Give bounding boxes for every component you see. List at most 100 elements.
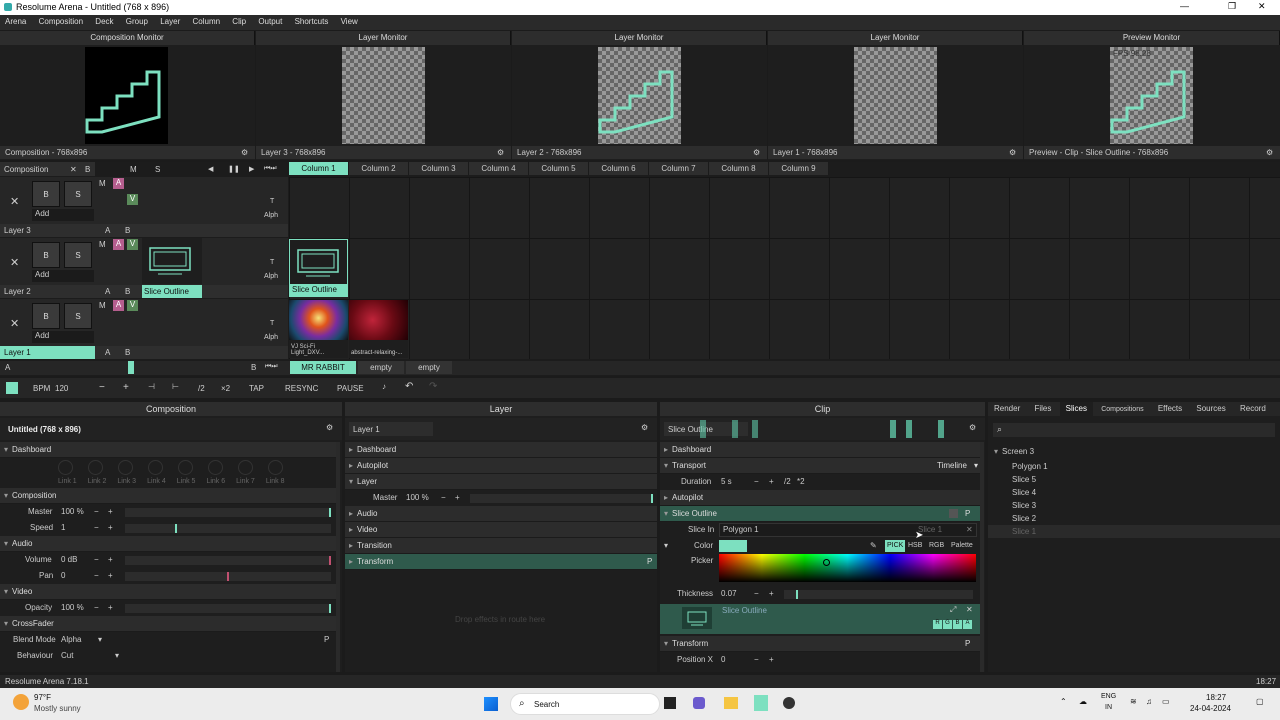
- link-knob[interactable]: [148, 460, 163, 475]
- dashboard-section[interactable]: ▾ Dashboard: [0, 442, 336, 458]
- param-p-button[interactable]: P: [965, 506, 970, 522]
- master-slider[interactable]: [125, 508, 331, 517]
- plus-button[interactable]: +: [108, 568, 113, 584]
- battery-icon[interactable]: ▭: [1162, 697, 1170, 706]
- play-icon[interactable]: ▶: [249, 165, 254, 173]
- chevron-down-icon[interactable]: ▾: [664, 538, 668, 554]
- minus-button[interactable]: −: [94, 552, 99, 568]
- gear-icon[interactable]: ⚙: [753, 148, 760, 157]
- lang-line1[interactable]: ENG: [1101, 693, 1116, 700]
- dashboard-section[interactable]: ▸ Dashboard: [660, 442, 980, 458]
- layer-name-field[interactable]: Layer 1: [349, 422, 433, 436]
- minus-button[interactable]: −: [441, 490, 446, 506]
- undo-icon[interactable]: ↶: [405, 381, 413, 392]
- a-button[interactable]: A: [113, 300, 124, 311]
- t-label[interactable]: T: [270, 259, 274, 266]
- close-icon[interactable]: ✕: [70, 165, 77, 174]
- minus-button[interactable]: −: [754, 652, 759, 668]
- autopilot-section[interactable]: ▸ Autopilot: [660, 490, 980, 506]
- m-button[interactable]: M: [99, 301, 106, 310]
- alpha-label[interactable]: Alph: [264, 273, 278, 280]
- blend-dropdown[interactable]: Alpha: [61, 632, 81, 648]
- tap-button[interactable]: TAP: [249, 384, 264, 393]
- plus-button[interactable]: +: [769, 586, 774, 602]
- audio-section[interactable]: ▸ Audio: [345, 506, 657, 522]
- link-knob[interactable]: [58, 460, 73, 475]
- weather-desc[interactable]: Mostly sunny: [34, 704, 81, 713]
- add-dropdown[interactable]: Add: [32, 209, 94, 221]
- wifi-icon[interactable]: ≋: [1130, 697, 1137, 706]
- tab-files[interactable]: Files: [1028, 402, 1057, 416]
- t-label[interactable]: T: [270, 320, 274, 327]
- b-button[interactable]: B: [85, 165, 90, 174]
- resync-button[interactable]: RESYNC: [285, 384, 318, 393]
- link-knob[interactable]: [238, 460, 253, 475]
- resolume-icon[interactable]: [754, 695, 768, 711]
- clear-icon[interactable]: ✕: [10, 317, 19, 330]
- scrollbar[interactable]: [336, 442, 340, 672]
- start-icon[interactable]: [484, 697, 498, 711]
- plus-button[interactable]: +: [108, 520, 113, 536]
- volume-value[interactable]: 0 dB: [61, 552, 77, 568]
- tree-item[interactable]: Polygon 1: [988, 460, 1280, 473]
- v-button[interactable]: V: [127, 300, 138, 311]
- close-icon[interactable]: ✕: [966, 605, 973, 614]
- a-toggle[interactable]: A: [963, 620, 972, 629]
- solo-button[interactable]: S: [64, 303, 92, 329]
- deck-tab-empty-2[interactable]: empty: [406, 361, 452, 374]
- b-label[interactable]: B: [125, 348, 130, 357]
- expand-icon[interactable]: ⤢: [950, 605, 956, 615]
- master-value[interactable]: 100 %: [61, 504, 84, 520]
- pan-slider[interactable]: [125, 572, 331, 581]
- skip-icon[interactable]: ⏮⏭: [265, 363, 278, 371]
- t-label[interactable]: T: [270, 198, 274, 205]
- dashboard-section[interactable]: ▸ Dashboard: [345, 442, 657, 458]
- chevron-down-icon[interactable]: ▾: [115, 648, 119, 664]
- param-p-button[interactable]: P: [324, 632, 329, 648]
- menu-column[interactable]: Column: [187, 15, 225, 28]
- minimize-button[interactable]: —: [1180, 1, 1189, 11]
- bpm-plus-button[interactable]: +: [123, 382, 129, 393]
- m-button[interactable]: M: [99, 179, 106, 188]
- clip-slice-outline[interactable]: Slice Outline: [289, 239, 348, 297]
- tab-sources[interactable]: Sources: [1190, 402, 1231, 416]
- close-icon[interactable]: ✕: [966, 522, 973, 538]
- color-swatch[interactable]: [719, 540, 747, 552]
- obs-icon[interactable]: [783, 697, 795, 709]
- tree-item[interactable]: Slice 2: [988, 512, 1280, 525]
- alpha-label[interactable]: Alph: [264, 212, 278, 219]
- column-7[interactable]: Column 7: [649, 162, 709, 175]
- column-2[interactable]: Column 2: [349, 162, 409, 175]
- volume-icon[interactable]: ♫: [1146, 697, 1152, 706]
- menu-arena[interactable]: Arena: [0, 15, 31, 28]
- menu-composition[interactable]: Composition: [34, 15, 88, 28]
- cloud-icon[interactable]: ☁: [1079, 697, 1087, 706]
- picker-cursor[interactable]: [823, 559, 830, 566]
- chevron-down-icon[interactable]: ▾: [974, 458, 978, 474]
- layer-name[interactable]: Layer 1: [0, 346, 95, 359]
- plus-button[interactable]: +: [108, 552, 113, 568]
- menu-view[interactable]: View: [336, 15, 363, 28]
- plus-button[interactable]: +: [769, 652, 774, 668]
- gear-icon[interactable]: ⚙: [641, 423, 648, 432]
- tab-compositions[interactable]: Compositions: [1095, 403, 1149, 416]
- layer-section[interactable]: ▾ Layer: [345, 474, 657, 490]
- redo-icon[interactable]: ↷: [429, 381, 437, 392]
- column-8[interactable]: Column 8: [709, 162, 769, 175]
- notification-icon[interactable]: ▢: [1256, 697, 1264, 706]
- weather-icon[interactable]: [13, 694, 29, 710]
- m-button[interactable]: M: [130, 165, 137, 174]
- clip-abstract[interactable]: abstract-relaxing-...: [349, 300, 408, 358]
- a-label[interactable]: A: [5, 363, 10, 372]
- tab-render[interactable]: Render: [988, 402, 1026, 416]
- column-6[interactable]: Column 6: [589, 162, 649, 175]
- minus-button[interactable]: −: [94, 520, 99, 536]
- a-label[interactable]: A: [105, 287, 110, 296]
- transform-section[interactable]: ▾ Transform P: [660, 636, 980, 652]
- b-label[interactable]: B: [125, 287, 130, 296]
- task-view-icon[interactable]: [664, 697, 676, 709]
- add-dropdown[interactable]: Add: [32, 270, 94, 282]
- chat-icon[interactable]: [693, 697, 705, 709]
- layer-name[interactable]: Layer 3: [4, 226, 31, 235]
- plus-button[interactable]: +: [108, 504, 113, 520]
